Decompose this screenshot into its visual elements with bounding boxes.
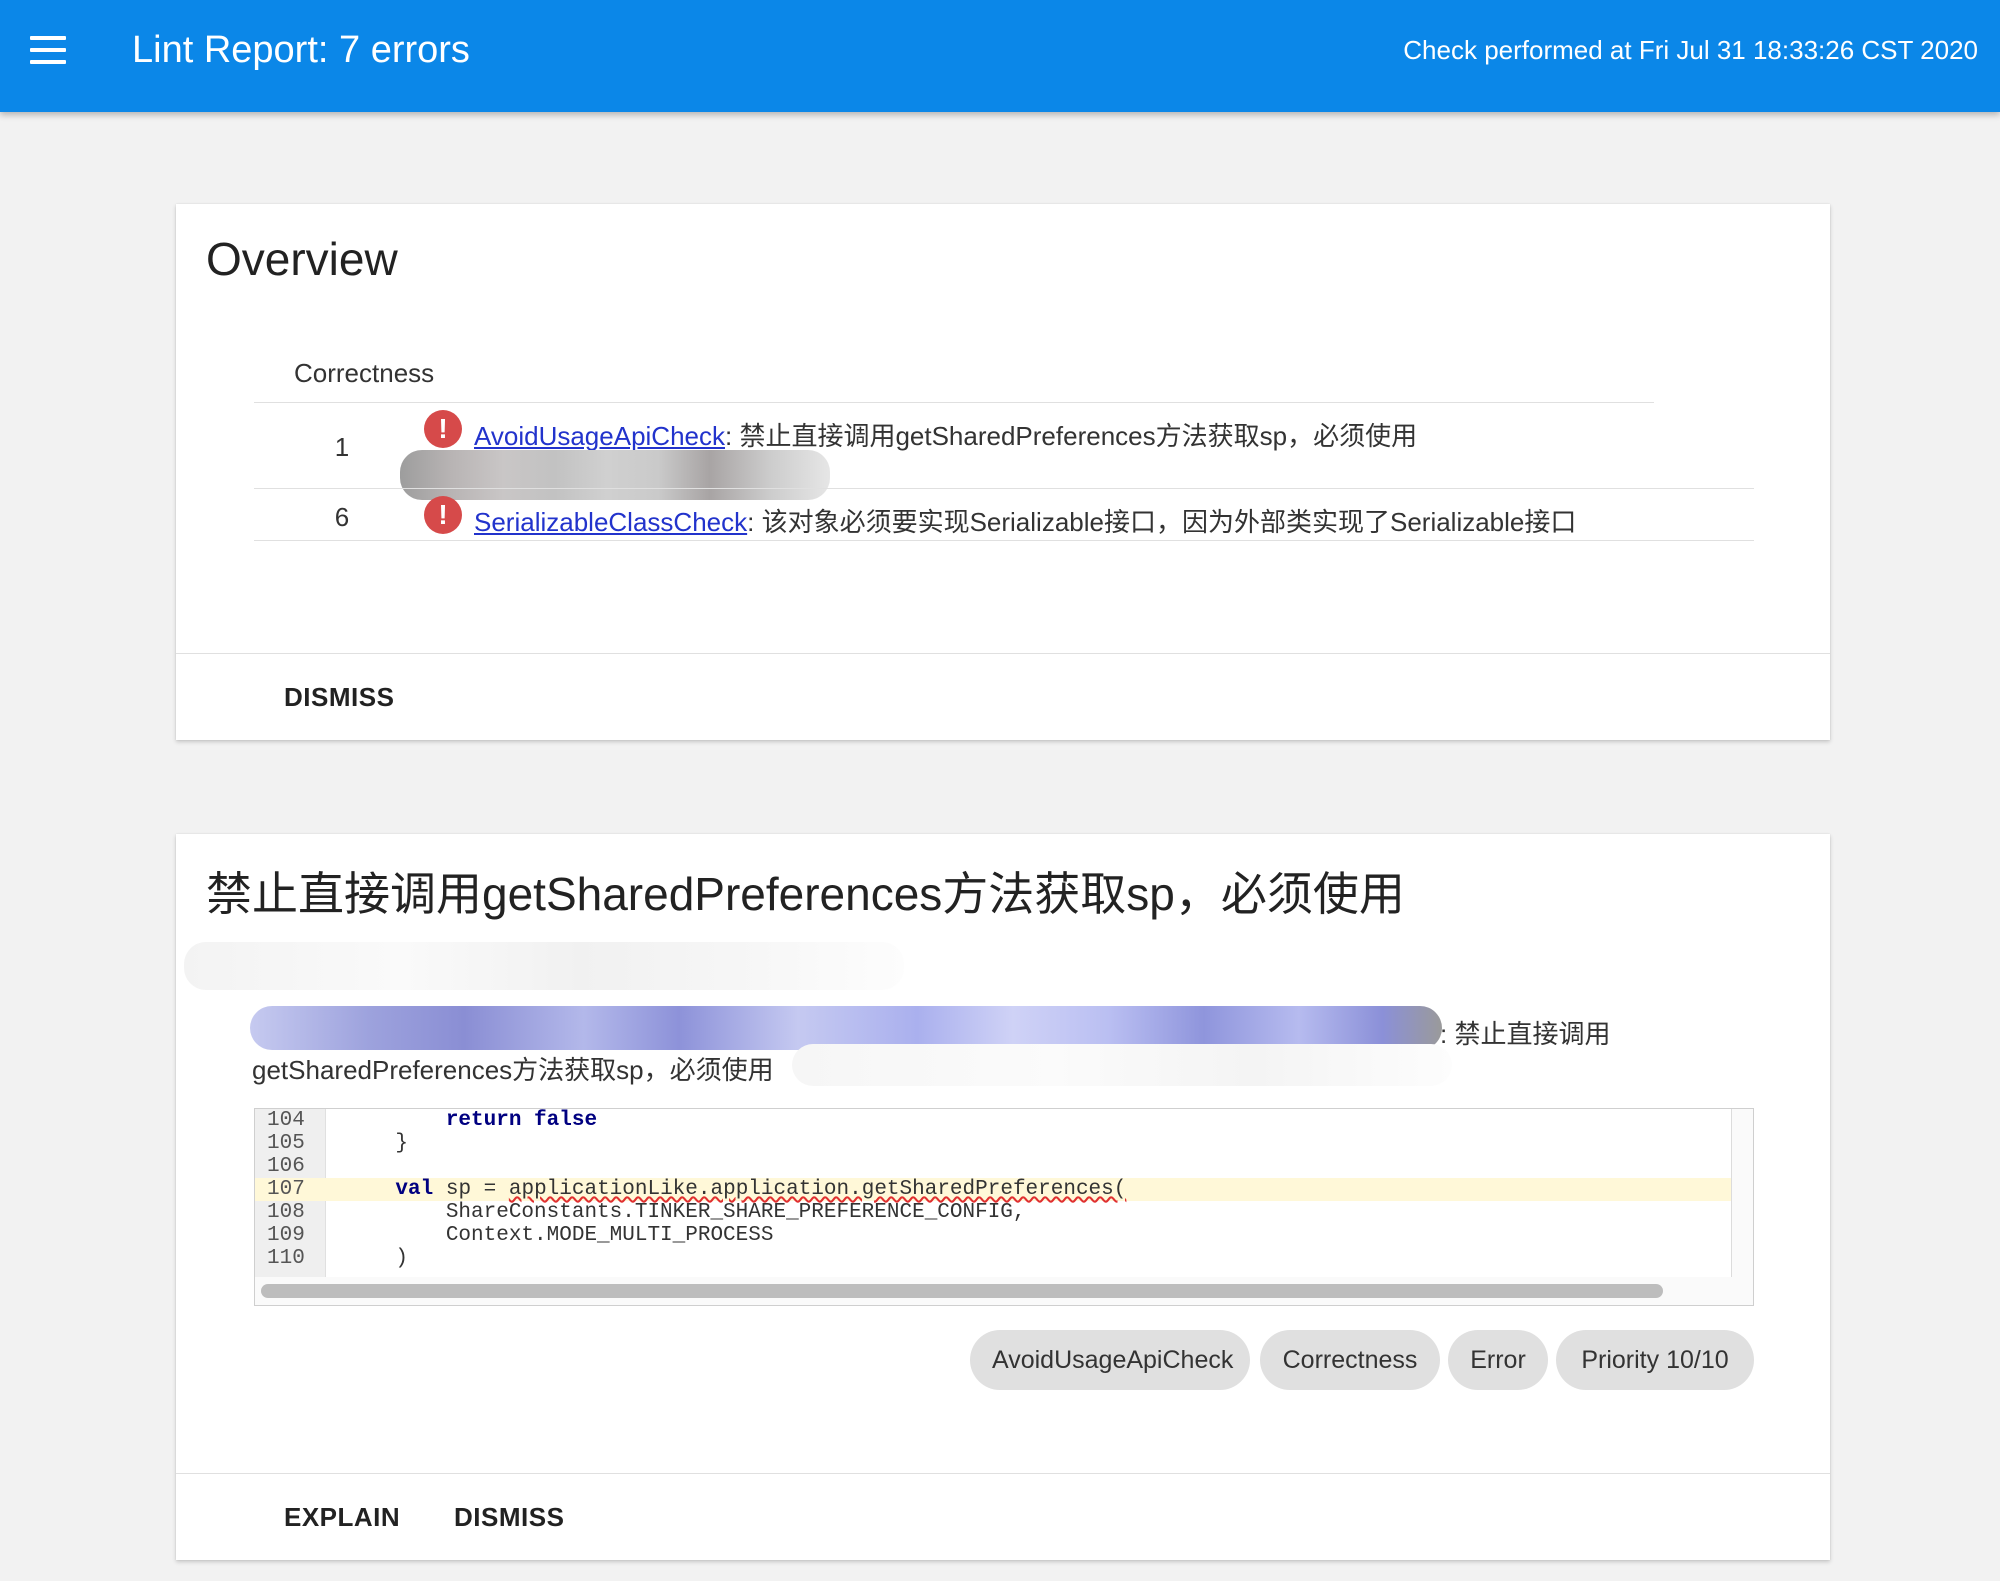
hamburger-menu-icon[interactable]: [30, 36, 66, 64]
code-line: 106: [267, 1155, 305, 1178]
overview-issue-row: AvoidUsageApiCheck: 禁止直接调用getSharedPrefe…: [474, 416, 1417, 453]
divider: [254, 540, 1754, 541]
divider: [254, 488, 1754, 489]
category-header: Correctness: [294, 358, 435, 388]
code-line-highlighted: 107 val sp = applicationLike.application…: [255, 1178, 1731, 1201]
code-line: 108 ShareConstants.TINKER_SHARE_PREFEREN…: [267, 1201, 1026, 1224]
code-line: 110 ): [267, 1247, 409, 1270]
code-line: 105 }: [267, 1132, 409, 1155]
code-line: 109 Context.MODE_MULTI_PROCESS: [267, 1224, 774, 1247]
issue-detail-card: 禁止直接调用getSharedPreferences方法获取sp，必须使用 : …: [176, 834, 1830, 1560]
overview-card: Overview Correctness 1 ! AvoidUsageApiCh…: [176, 204, 1830, 740]
chip-severity: Error: [1448, 1330, 1548, 1390]
divider: [254, 402, 1654, 403]
redacted-region: [400, 450, 830, 500]
issue-message: : 禁止直接调用getSharedPreferences方法获取sp，必须使用: [725, 421, 1418, 451]
chip-priority: Priority 10/10: [1556, 1330, 1754, 1390]
explain-button[interactable]: EXPLAIN: [284, 1502, 400, 1533]
report-title: Lint Report: 7 errors: [132, 29, 470, 71]
chip-issue-id: AvoidUsageApiCheck: [970, 1330, 1250, 1390]
error-icon: !: [424, 496, 462, 534]
issue-title: 禁止直接调用getSharedPreferences方法获取sp，必须使用: [206, 868, 1405, 920]
issue-count: 1: [334, 432, 350, 462]
chip-category: Correctness: [1260, 1330, 1440, 1390]
card-actions: EXPLAIN DISMISS: [176, 1473, 1830, 1560]
code-view: 104 return false 105 } 106 107 val sp = …: [255, 1109, 1732, 1277]
redacted-region: [184, 942, 904, 990]
redacted-region: [792, 1044, 1452, 1086]
issue-link-avoidusageapicheck[interactable]: AvoidUsageApiCheck: [474, 421, 725, 451]
issue-location-suffix: : 禁止直接调用: [1440, 1019, 1611, 1049]
dismiss-button[interactable]: DISMISS: [454, 1502, 564, 1533]
code-snippet: 104 return false 105 } 106 107 val sp = …: [254, 1108, 1754, 1306]
issue-message: : 该对象必须要实现Serializable接口，因为外部类实现了Seriali…: [747, 507, 1577, 537]
overview-title: Overview: [206, 233, 398, 285]
issue-link-serializableclasscheck[interactable]: SerializableClassCheck: [474, 507, 747, 537]
horizontal-scrollbar[interactable]: [261, 1284, 1663, 1298]
issue-description: getSharedPreferences方法获取sp，必须使用: [252, 1055, 774, 1085]
top-app-bar: Lint Report: 7 errors Check performed at…: [0, 0, 2000, 112]
check-timestamp: Check performed at Fri Jul 31 18:33:26 C…: [1403, 35, 1978, 65]
overview-issue-row: SerializableClassCheck: 该对象必须要实现Serializ…: [474, 502, 1576, 539]
error-icon: !: [424, 410, 462, 448]
issue-count: 6: [334, 502, 350, 532]
dismiss-button[interactable]: DISMISS: [284, 682, 394, 713]
card-actions: DISMISS: [176, 653, 1830, 740]
code-line: 104 return false: [267, 1109, 598, 1132]
